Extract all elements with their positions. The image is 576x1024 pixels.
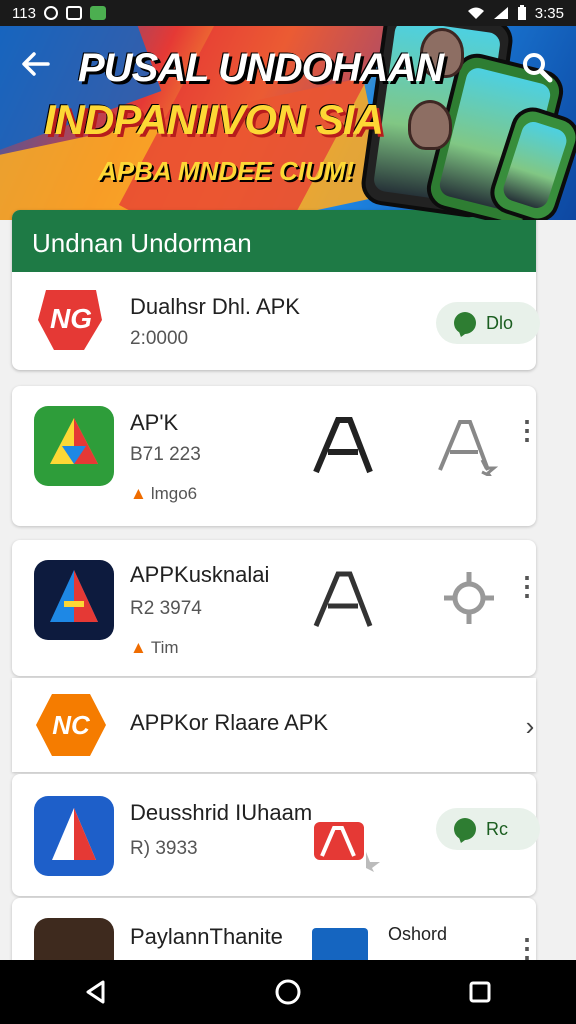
apk-badge-icon — [313, 571, 373, 627]
navigation-bar — [0, 960, 576, 1024]
header-banner: PUSAL UNDOHAAN INDPANIIVON SIA APBA MNDE… — [0, 0, 576, 220]
app-meta-text: lmgo6 — [150, 484, 198, 503]
chat-button-label: Rc — [486, 818, 508, 839]
app-logo-icon: NG — [34, 280, 108, 354]
flame-icon: ▲ — [130, 638, 147, 657]
settings-outline-icon — [444, 572, 494, 624]
app-subtitle: B71 223 — [130, 444, 201, 465]
app-name: AP'K — [130, 410, 179, 435]
app-side-label: Oshord — [388, 924, 448, 944]
nav-recents-button[interactable] — [456, 968, 504, 1016]
app-meta: ▲ Tim — [130, 638, 179, 658]
notification-icon — [65, 6, 82, 20]
app-name: Dualhsr Dhl. APK — [130, 294, 300, 319]
app-name: APPKor Rlaare APK — [130, 710, 329, 735]
status-left-text: 113 — [12, 4, 36, 22]
app-name: PaylannThanite — [130, 924, 283, 949]
battery-icon — [517, 5, 526, 20]
nav-back-button[interactable] — [72, 968, 120, 1016]
apk-badge-icon — [314, 822, 380, 872]
banner-title-line2: INDPANIIVON SIA — [44, 96, 384, 143]
wifi-icon — [467, 7, 484, 19]
chevron-right-icon[interactable]: › — [518, 706, 542, 746]
app-row[interactable]: APPKusknalai R2 3974 ▲ Tim ⋮ — [12, 540, 540, 676]
app-name: APPKusknalai — [130, 562, 270, 587]
app-logo-text: NC — [52, 710, 91, 740]
more-options-icon[interactable]: ⋮ — [514, 410, 540, 450]
chat-icon — [454, 312, 476, 334]
nav-home-icon — [275, 979, 301, 1005]
app-subtitle: R) 3933 — [130, 838, 198, 859]
section-title: Undnan Undorman — [12, 210, 536, 272]
apk-outline-icon — [438, 420, 498, 476]
app-logo-icon — [34, 560, 114, 640]
app-meta-text: Tim — [150, 638, 179, 657]
nav-home-button[interactable] — [264, 968, 312, 1016]
chat-button[interactable]: Dlo — [436, 302, 540, 344]
search-icon — [523, 53, 553, 83]
banner-title-line1: PUSAL UNDOHAAN — [78, 46, 444, 90]
app-row[interactable]: AP'K B71 223 ▲ lmgo6 ⋮ — [12, 386, 540, 526]
status-bar: 113 3:35 — [0, 0, 576, 26]
app-row[interactable]: NC APPKor Rlaare APK › — [12, 678, 536, 772]
status-time: 3:35 — [534, 4, 564, 22]
search-button[interactable] — [520, 50, 556, 86]
app-logo-text: NG — [50, 303, 92, 334]
signal-icon — [493, 7, 508, 19]
app-name: Deusshrid IUhaam — [130, 800, 313, 825]
app-icon — [89, 6, 106, 20]
app-row[interactable]: Deusshrid IUhaam R) 3933 Rc — [12, 774, 540, 896]
apk-badge-icon — [313, 417, 373, 474]
app-logo-icon: NC — [34, 688, 108, 762]
flame-icon: ▲ — [130, 484, 147, 503]
app-logo-icon — [34, 796, 114, 876]
chat-button-label: Dlo — [486, 312, 514, 333]
chat-icon — [454, 818, 476, 840]
banner-title-line3: APBA MNDEE CIUM! — [98, 156, 355, 186]
record-icon — [43, 6, 58, 20]
nav-recents-icon — [469, 981, 491, 1003]
nav-back-icon — [86, 980, 105, 1004]
chat-button[interactable]: Rc — [436, 808, 540, 850]
person-avatar — [408, 100, 452, 150]
more-options-icon[interactable]: ⋮ — [514, 566, 540, 606]
app-meta: ▲ lmgo6 — [130, 484, 197, 504]
app-logo-icon — [34, 406, 114, 486]
back-button[interactable] — [18, 48, 54, 84]
app-subtitle: 2:0000 — [130, 328, 189, 349]
app-row[interactable]: NG Dualhsr Dhl. APK 2:0000 Dlo — [12, 272, 540, 370]
arrow-left-icon — [22, 52, 50, 76]
app-subtitle: R2 3974 — [130, 598, 202, 619]
